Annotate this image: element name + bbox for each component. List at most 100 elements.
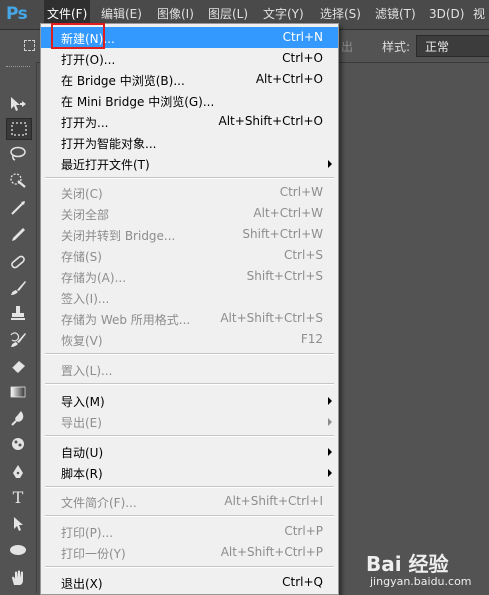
quick-select-tool-icon[interactable] [6,170,30,190]
menu-item-label: 存储为(A)... [61,271,127,285]
menu-item-shortcut: Alt+Shift+Ctrl+I [224,494,323,508]
menu-item-shortcut: Alt+Ctrl+O [255,72,323,86]
menu-item-import[interactable]: 导入(M) [41,390,338,411]
menu-filter[interactable]: 滤镜(T) [375,0,416,29]
menu-item-label: 打印(P)... [61,526,114,540]
submenu-arrow-icon [328,397,332,405]
marquee-preset-icon[interactable] [24,40,35,51]
hand-tool-icon[interactable] [6,568,30,588]
rect-marquee-tool-icon[interactable] [6,118,32,140]
menu-item-print[interactable]: 打印(P)... Ctrl+P [41,521,338,542]
submenu-arrow-icon [328,469,332,477]
menu-item-label: 打印一份(Y) [61,547,126,561]
menu-separator [45,486,334,488]
menu-item-label: 自动(U) [61,446,104,460]
menu-item-save-as[interactable]: 存储为(A)... Shift+Ctrl+S [41,266,338,287]
menu-separator [45,515,334,517]
menu-item-label: 恢复(V) [61,334,103,348]
menu-item-label: 最近打开文件(T) [61,158,150,172]
clone-stamp-tool-icon[interactable] [6,303,30,323]
menu-item-save[interactable]: 存储(S) Ctrl+S [41,245,338,266]
menu-item-label: 打开(O)... [61,53,116,67]
menu-item-shortcut: Ctrl+S [283,248,323,262]
menu-item-label: 关闭(C) [61,187,103,201]
menu-item-scripts[interactable]: 脚本(R) [41,462,338,483]
style-select-value: 正常 [425,40,450,54]
menu-separator [45,435,334,437]
blur-tool-icon[interactable] [6,408,30,428]
menu-item-label: 关闭并转到 Bridge... [61,229,176,243]
pen-tool-icon[interactable] [6,462,30,482]
menu-item-check-in[interactable]: 签入(I)... [41,287,338,308]
menu-item-open-smart-object[interactable]: 打开为智能对象... [41,132,338,153]
crop-tool-icon[interactable] [6,198,30,218]
healing-brush-tool-icon[interactable] [6,252,30,272]
dodge-tool-icon[interactable] [6,435,30,455]
menu-view[interactable]: 视 [473,0,485,29]
menu-separator [45,177,334,179]
menu-item-save-for-web[interactable]: 存储为 Web 所用格式... Alt+Shift+Ctrl+S [41,308,338,329]
menu-item-label: 打开为智能对象... [61,137,157,151]
eyedropper-tool-icon[interactable] [6,224,30,244]
brush-tool-icon[interactable] [6,278,30,298]
menu-3d[interactable]: 3D(D) [429,0,464,29]
menu-item-close-go-bridge[interactable]: 关闭并转到 Bridge... Shift+Ctrl+W [41,224,338,245]
file-menu-dropdown: 新建(N)... Ctrl+N 打开(O)... Ctrl+O 在 Bridge 中… [40,23,339,595]
menu-item-close[interactable]: 关闭(C) Ctrl+W [41,182,338,203]
menu-separator [45,353,334,355]
menu-item-shortcut: Alt+Shift+Ctrl+S [220,311,323,325]
watermark-url: jingyan.baidu.com [370,575,472,588]
watermark-logo: Bai 经验 [366,552,449,576]
menu-item-shortcut: Alt+Shift+Ctrl+O [218,114,323,128]
highlight-annotation-box [51,23,105,49]
menu-separator [45,383,334,385]
menu-item-shortcut: Ctrl+P [284,524,323,538]
menu-item-shortcut: Ctrl+Q [282,575,323,589]
photoshop-logo: Ps [6,4,28,24]
menu-item-label: 脚本(R) [61,467,103,481]
menu-item-label: 退出(X) [61,577,103,591]
menu-item-file-info[interactable]: 文件简介(F)... Alt+Shift+Ctrl+I [41,491,338,512]
menu-item-open-as[interactable]: 打开为... Alt+Shift+Ctrl+O [41,111,338,132]
menu-item-shortcut: Ctrl+W [279,185,323,199]
ellipse-tool-icon[interactable] [6,540,30,560]
menu-item-place[interactable]: 置入(L)... [41,359,338,380]
menu-item-recent-files[interactable]: 最近打开文件(T) [41,153,338,174]
menu-item-shortcut: Alt+Ctrl+W [253,206,323,220]
gradient-tool-icon[interactable] [6,382,30,402]
style-select[interactable]: 正常 [416,35,489,57]
menu-item-shortcut: Ctrl+N [282,30,323,44]
menu-separator [45,566,334,568]
menu-item-shortcut: Shift+Ctrl+S [246,269,323,283]
menu-item-print-one-copy[interactable]: 打印一份(Y) Alt+Shift+Ctrl+P [41,542,338,563]
menu-item-label: 签入(I)... [61,292,110,306]
menu-item-revert[interactable]: 恢复(V) F12 [41,329,338,350]
submenu-arrow-icon [328,418,332,426]
menu-item-label: 置入(L)... [61,364,113,378]
lasso-tool-icon[interactable] [6,144,30,164]
type-tool-icon[interactable]: T [6,487,30,507]
menu-item-export[interactable]: 导出(E) [41,411,338,432]
path-select-tool-icon[interactable] [6,514,30,534]
style-label: 样式: [382,40,411,54]
menu-item-label: 打开为... [61,116,109,130]
menu-item-close-all[interactable]: 关闭全部 Alt+Ctrl+W [41,203,338,224]
menu-item-exit[interactable]: 退出(X) Ctrl+Q [41,572,338,593]
menu-item-browse-mini-bridge[interactable]: 在 Mini Bridge 中浏览(G)... [41,90,338,111]
eraser-tool-icon[interactable] [6,357,30,377]
submenu-arrow-icon [328,448,332,456]
menu-item-label: 关闭全部 [61,208,110,222]
history-brush-tool-icon[interactable] [6,330,30,350]
menu-item-open[interactable]: 打开(O)... Ctrl+O [41,48,338,69]
menu-item-label: 文件简介(F)... [61,496,137,510]
menu-item-label: 存储为 Web 所用格式... [61,313,191,327]
menu-item-shortcut: Alt+Shift+Ctrl+P [220,545,323,559]
menu-item-browse-bridge[interactable]: 在 Bridge 中浏览(B)... Alt+Ctrl+O [41,69,338,90]
move-tool-icon[interactable] [6,94,30,114]
menu-item-automate[interactable]: 自动(U) [41,441,338,462]
menu-item-label: 在 Mini Bridge 中浏览(G)... [61,95,215,109]
toolbox-grip[interactable] [6,66,30,71]
menu-item-label: 存储(S) [61,250,102,264]
menu-item-label: 导入(M) [61,395,105,409]
baidu-jingyan-watermark: Bai 经验 jingyan.baidu.com [366,548,489,593]
